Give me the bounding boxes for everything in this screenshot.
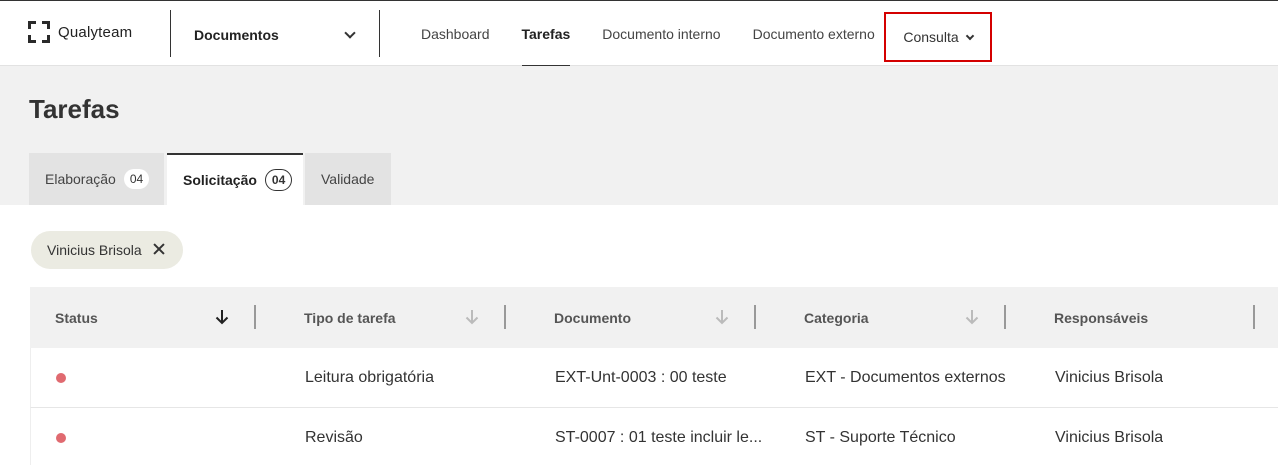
tab-label: Validade [321,171,375,187]
sort-arrow-down-icon[interactable] [715,309,729,325]
tab-count-badge: 04 [123,169,150,189]
column-header-status[interactable]: Status [55,287,280,348]
module-selector-label: Documentos [194,27,279,43]
brand-name: Qualyteam [58,23,133,41]
table-row[interactable]: Leitura obrigatória EXT-Unt-0003 : 00 te… [30,348,1278,408]
nav-dashboard[interactable]: Dashboard [405,1,506,67]
column-header-responsaveis[interactable]: Responsáveis [1054,287,1278,348]
cell-responsaveis: Vinicius Brisola [1055,369,1164,386]
chevron-down-icon [344,27,356,39]
top-navigation-bar: Qualyteam Documentos Dashboard Tarefas D… [0,0,1278,67]
column-header-documento[interactable]: Documento [554,287,780,348]
column-header-tipo-de-tarefa[interactable]: Tipo de tarefa [304,287,530,348]
column-resize-handle[interactable] [254,305,256,329]
main-nav: Dashboard Tarefas Documento interno Docu… [405,1,891,67]
cell-tipo: Leitura obrigatória [305,369,434,386]
cell-documento[interactable]: EXT-Unt-0003 : 00 teste [555,348,765,408]
module-selector[interactable]: Documentos [194,25,356,45]
page-title: Tarefas [29,94,120,124]
cell-documento[interactable]: ST-0007 : 01 teste incluir le... [555,408,765,465]
tab-elaboracao[interactable]: Elaboração 04 [29,153,164,205]
cell-categoria: EXT - Documentos externos [805,369,1006,386]
brand-logo[interactable]: Qualyteam [28,21,132,43]
qualyteam-logo-icon [28,21,50,43]
sort-arrow-down-icon[interactable] [215,309,229,325]
column-header-label: Categoria [804,309,869,326]
page-header: Tarefas Elaboração 04 Solicitação 04 Val… [0,66,1278,205]
column-header-label: Status [55,309,98,326]
nav-consulta-label: Consulta [903,29,959,45]
status-dot [56,373,66,383]
sort-arrow-down-icon[interactable] [965,309,979,325]
cell-responsaveis: Vinicius Brisola [1055,429,1164,446]
nav-consulta-dropdown[interactable]: Consulta [884,12,992,62]
nav-documento-interno[interactable]: Documento interno [586,1,736,67]
column-header-label: Responsáveis [1054,309,1149,326]
nav-tarefas[interactable]: Tarefas [506,1,587,67]
divider [170,10,171,57]
tab-count-badge: 04 [264,169,293,191]
nav-documento-externo[interactable]: Documento externo [737,1,891,67]
table-header: Status Tipo de tarefa Documento Categori… [30,287,1278,348]
column-resize-handle[interactable] [1253,305,1255,329]
sort-arrow-down-icon[interactable] [465,309,479,325]
tab-label: Elaboração [45,171,116,187]
filter-chip: Vinicius Brisola [31,231,183,269]
status-dot [56,433,66,443]
chevron-down-icon [965,31,974,40]
tab-solicitacao[interactable]: Solicitação 04 [167,153,303,205]
column-resize-handle[interactable] [504,305,506,329]
column-header-label: Tipo de tarefa [304,309,396,326]
close-icon[interactable] [153,243,165,255]
column-header-label: Documento [554,309,631,326]
column-resize-handle[interactable] [1004,305,1006,329]
tab-validade[interactable]: Validade [305,153,391,205]
cell-categoria: ST - Suporte Técnico [805,429,956,446]
table-row[interactable]: Revisão ST-0007 : 01 teste incluir le...… [30,408,1278,465]
tasks-table: Status Tipo de tarefa Documento Categori… [30,287,1278,465]
column-resize-handle[interactable] [754,305,756,329]
filter-chip-label: Vinicius Brisola [47,242,142,258]
cell-tipo: Revisão [305,429,363,446]
column-header-categoria[interactable]: Categoria [804,287,1030,348]
divider [379,10,380,57]
tab-label: Solicitação [183,172,257,188]
table-body: Leitura obrigatória EXT-Unt-0003 : 00 te… [30,348,1278,465]
